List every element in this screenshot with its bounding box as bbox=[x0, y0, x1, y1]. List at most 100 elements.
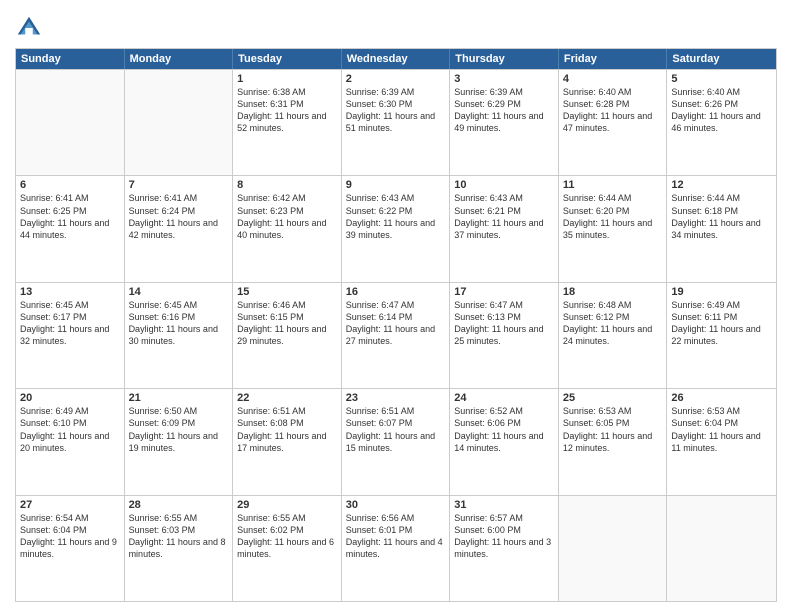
calendar-cell-1-5: 11Sunrise: 6:44 AM Sunset: 6:20 PM Dayli… bbox=[559, 176, 668, 281]
day-number: 15 bbox=[237, 286, 337, 298]
logo bbox=[15, 14, 47, 42]
day-number: 17 bbox=[454, 286, 554, 298]
calendar-cell-1-4: 10Sunrise: 6:43 AM Sunset: 6:21 PM Dayli… bbox=[450, 176, 559, 281]
logo-icon bbox=[15, 14, 43, 42]
calendar: SundayMondayTuesdayWednesdayThursdayFrid… bbox=[15, 48, 777, 602]
calendar-cell-2-4: 17Sunrise: 6:47 AM Sunset: 6:13 PM Dayli… bbox=[450, 283, 559, 388]
weekday-header-saturday: Saturday bbox=[667, 49, 776, 69]
day-number: 5 bbox=[671, 73, 772, 85]
day-number: 19 bbox=[671, 286, 772, 298]
calendar-cell-4-4: 31Sunrise: 6:57 AM Sunset: 6:00 PM Dayli… bbox=[450, 496, 559, 601]
day-number: 2 bbox=[346, 73, 446, 85]
cell-details: Sunrise: 6:41 AM Sunset: 6:24 PM Dayligh… bbox=[129, 192, 229, 241]
calendar-row-3: 20Sunrise: 6:49 AM Sunset: 6:10 PM Dayli… bbox=[16, 388, 776, 494]
cell-details: Sunrise: 6:40 AM Sunset: 6:26 PM Dayligh… bbox=[671, 86, 772, 135]
cell-details: Sunrise: 6:52 AM Sunset: 6:06 PM Dayligh… bbox=[454, 405, 554, 454]
day-number: 27 bbox=[20, 499, 120, 511]
calendar-cell-0-6: 5Sunrise: 6:40 AM Sunset: 6:26 PM Daylig… bbox=[667, 70, 776, 175]
weekday-header-monday: Monday bbox=[125, 49, 234, 69]
calendar-header: SundayMondayTuesdayWednesdayThursdayFrid… bbox=[16, 49, 776, 69]
calendar-cell-3-1: 21Sunrise: 6:50 AM Sunset: 6:09 PM Dayli… bbox=[125, 389, 234, 494]
cell-details: Sunrise: 6:45 AM Sunset: 6:16 PM Dayligh… bbox=[129, 299, 229, 348]
header bbox=[15, 10, 777, 42]
calendar-row-1: 6Sunrise: 6:41 AM Sunset: 6:25 PM Daylig… bbox=[16, 175, 776, 281]
day-number: 21 bbox=[129, 392, 229, 404]
cell-details: Sunrise: 6:57 AM Sunset: 6:00 PM Dayligh… bbox=[454, 512, 554, 561]
day-number: 4 bbox=[563, 73, 663, 85]
weekday-header-tuesday: Tuesday bbox=[233, 49, 342, 69]
cell-details: Sunrise: 6:55 AM Sunset: 6:03 PM Dayligh… bbox=[129, 512, 229, 561]
cell-details: Sunrise: 6:47 AM Sunset: 6:14 PM Dayligh… bbox=[346, 299, 446, 348]
cell-details: Sunrise: 6:47 AM Sunset: 6:13 PM Dayligh… bbox=[454, 299, 554, 348]
cell-details: Sunrise: 6:42 AM Sunset: 6:23 PM Dayligh… bbox=[237, 192, 337, 241]
cell-details: Sunrise: 6:39 AM Sunset: 6:30 PM Dayligh… bbox=[346, 86, 446, 135]
cell-details: Sunrise: 6:51 AM Sunset: 6:07 PM Dayligh… bbox=[346, 405, 446, 454]
calendar-cell-0-3: 2Sunrise: 6:39 AM Sunset: 6:30 PM Daylig… bbox=[342, 70, 451, 175]
weekday-header-sunday: Sunday bbox=[16, 49, 125, 69]
cell-details: Sunrise: 6:43 AM Sunset: 6:21 PM Dayligh… bbox=[454, 192, 554, 241]
calendar-cell-1-3: 9Sunrise: 6:43 AM Sunset: 6:22 PM Daylig… bbox=[342, 176, 451, 281]
calendar-cell-4-5 bbox=[559, 496, 668, 601]
calendar-cell-4-0: 27Sunrise: 6:54 AM Sunset: 6:04 PM Dayli… bbox=[16, 496, 125, 601]
cell-details: Sunrise: 6:50 AM Sunset: 6:09 PM Dayligh… bbox=[129, 405, 229, 454]
day-number: 1 bbox=[237, 73, 337, 85]
day-number: 31 bbox=[454, 499, 554, 511]
weekday-header-wednesday: Wednesday bbox=[342, 49, 451, 69]
cell-details: Sunrise: 6:43 AM Sunset: 6:22 PM Dayligh… bbox=[346, 192, 446, 241]
cell-details: Sunrise: 6:55 AM Sunset: 6:02 PM Dayligh… bbox=[237, 512, 337, 561]
cell-details: Sunrise: 6:39 AM Sunset: 6:29 PM Dayligh… bbox=[454, 86, 554, 135]
day-number: 28 bbox=[129, 499, 229, 511]
day-number: 12 bbox=[671, 179, 772, 191]
calendar-cell-2-1: 14Sunrise: 6:45 AM Sunset: 6:16 PM Dayli… bbox=[125, 283, 234, 388]
day-number: 16 bbox=[346, 286, 446, 298]
weekday-header-thursday: Thursday bbox=[450, 49, 559, 69]
day-number: 18 bbox=[563, 286, 663, 298]
calendar-cell-2-6: 19Sunrise: 6:49 AM Sunset: 6:11 PM Dayli… bbox=[667, 283, 776, 388]
cell-details: Sunrise: 6:51 AM Sunset: 6:08 PM Dayligh… bbox=[237, 405, 337, 454]
day-number: 14 bbox=[129, 286, 229, 298]
page: SundayMondayTuesdayWednesdayThursdayFrid… bbox=[0, 0, 792, 612]
calendar-cell-3-0: 20Sunrise: 6:49 AM Sunset: 6:10 PM Dayli… bbox=[16, 389, 125, 494]
calendar-row-0: 1Sunrise: 6:38 AM Sunset: 6:31 PM Daylig… bbox=[16, 69, 776, 175]
calendar-cell-3-3: 23Sunrise: 6:51 AM Sunset: 6:07 PM Dayli… bbox=[342, 389, 451, 494]
calendar-cell-3-5: 25Sunrise: 6:53 AM Sunset: 6:05 PM Dayli… bbox=[559, 389, 668, 494]
calendar-cell-3-2: 22Sunrise: 6:51 AM Sunset: 6:08 PM Dayli… bbox=[233, 389, 342, 494]
calendar-cell-4-1: 28Sunrise: 6:55 AM Sunset: 6:03 PM Dayli… bbox=[125, 496, 234, 601]
day-number: 9 bbox=[346, 179, 446, 191]
day-number: 23 bbox=[346, 392, 446, 404]
day-number: 29 bbox=[237, 499, 337, 511]
cell-details: Sunrise: 6:48 AM Sunset: 6:12 PM Dayligh… bbox=[563, 299, 663, 348]
calendar-cell-3-6: 26Sunrise: 6:53 AM Sunset: 6:04 PM Dayli… bbox=[667, 389, 776, 494]
calendar-row-2: 13Sunrise: 6:45 AM Sunset: 6:17 PM Dayli… bbox=[16, 282, 776, 388]
day-number: 26 bbox=[671, 392, 772, 404]
cell-details: Sunrise: 6:41 AM Sunset: 6:25 PM Dayligh… bbox=[20, 192, 120, 241]
day-number: 30 bbox=[346, 499, 446, 511]
day-number: 13 bbox=[20, 286, 120, 298]
day-number: 3 bbox=[454, 73, 554, 85]
weekday-header-friday: Friday bbox=[559, 49, 668, 69]
calendar-cell-2-0: 13Sunrise: 6:45 AM Sunset: 6:17 PM Dayli… bbox=[16, 283, 125, 388]
cell-details: Sunrise: 6:44 AM Sunset: 6:18 PM Dayligh… bbox=[671, 192, 772, 241]
calendar-cell-2-3: 16Sunrise: 6:47 AM Sunset: 6:14 PM Dayli… bbox=[342, 283, 451, 388]
day-number: 7 bbox=[129, 179, 229, 191]
calendar-cell-4-6 bbox=[667, 496, 776, 601]
calendar-cell-1-6: 12Sunrise: 6:44 AM Sunset: 6:18 PM Dayli… bbox=[667, 176, 776, 281]
calendar-cell-4-3: 30Sunrise: 6:56 AM Sunset: 6:01 PM Dayli… bbox=[342, 496, 451, 601]
calendar-cell-2-2: 15Sunrise: 6:46 AM Sunset: 6:15 PM Dayli… bbox=[233, 283, 342, 388]
calendar-cell-1-1: 7Sunrise: 6:41 AM Sunset: 6:24 PM Daylig… bbox=[125, 176, 234, 281]
cell-details: Sunrise: 6:56 AM Sunset: 6:01 PM Dayligh… bbox=[346, 512, 446, 561]
cell-details: Sunrise: 6:44 AM Sunset: 6:20 PM Dayligh… bbox=[563, 192, 663, 241]
calendar-cell-0-0 bbox=[16, 70, 125, 175]
calendar-row-4: 27Sunrise: 6:54 AM Sunset: 6:04 PM Dayli… bbox=[16, 495, 776, 601]
calendar-cell-0-2: 1Sunrise: 6:38 AM Sunset: 6:31 PM Daylig… bbox=[233, 70, 342, 175]
calendar-cell-3-4: 24Sunrise: 6:52 AM Sunset: 6:06 PM Dayli… bbox=[450, 389, 559, 494]
cell-details: Sunrise: 6:53 AM Sunset: 6:05 PM Dayligh… bbox=[563, 405, 663, 454]
calendar-body: 1Sunrise: 6:38 AM Sunset: 6:31 PM Daylig… bbox=[16, 69, 776, 601]
day-number: 11 bbox=[563, 179, 663, 191]
cell-details: Sunrise: 6:45 AM Sunset: 6:17 PM Dayligh… bbox=[20, 299, 120, 348]
calendar-cell-0-4: 3Sunrise: 6:39 AM Sunset: 6:29 PM Daylig… bbox=[450, 70, 559, 175]
day-number: 25 bbox=[563, 392, 663, 404]
cell-details: Sunrise: 6:40 AM Sunset: 6:28 PM Dayligh… bbox=[563, 86, 663, 135]
cell-details: Sunrise: 6:54 AM Sunset: 6:04 PM Dayligh… bbox=[20, 512, 120, 561]
calendar-cell-1-2: 8Sunrise: 6:42 AM Sunset: 6:23 PM Daylig… bbox=[233, 176, 342, 281]
